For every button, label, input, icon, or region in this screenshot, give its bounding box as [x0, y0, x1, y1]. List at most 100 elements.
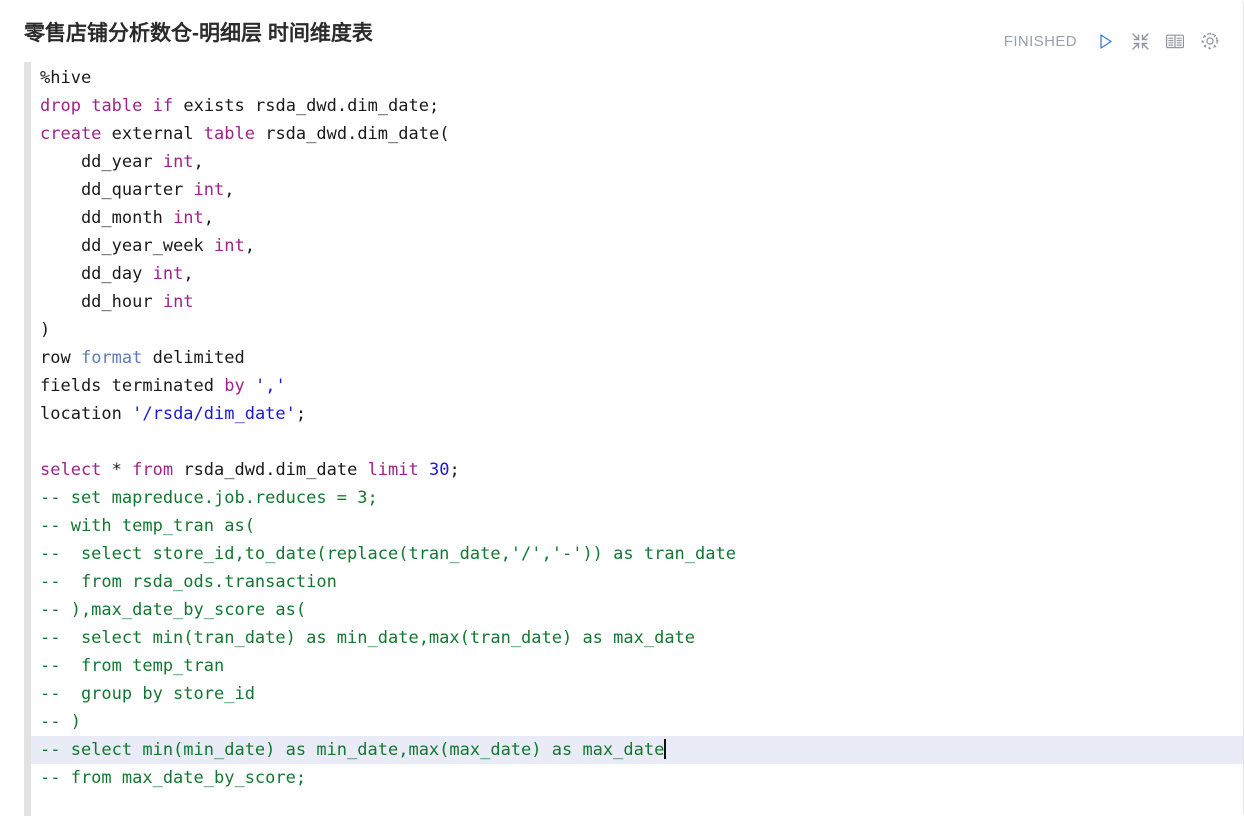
code-token: drop	[40, 96, 81, 116]
code-line[interactable]	[31, 428, 1243, 456]
code-line[interactable]: -- select store_id,to_date(replace(tran_…	[31, 540, 1243, 568]
code-token: dd_hour	[40, 292, 163, 312]
code-line[interactable]: dd_year_week int,	[31, 232, 1243, 260]
code-token: dd_year	[40, 152, 163, 172]
code-token: by	[224, 376, 245, 396]
code-token: -- ),max_date_by_score as(	[40, 600, 307, 620]
code-token: limit	[367, 460, 419, 480]
code-token: if	[152, 96, 174, 116]
code-token: int	[214, 236, 245, 256]
gear-icon	[1200, 31, 1220, 51]
code-token: format	[80, 348, 143, 368]
code-token: dd_day	[40, 264, 153, 284]
code-token: -- set mapreduce.job.reduces = 3;	[40, 488, 378, 508]
code-token: -- select store_id,to_date(replace(tran_…	[40, 544, 736, 564]
code-token: int	[152, 264, 184, 284]
code-token: rsda_dwd.dim_date(	[254, 124, 450, 144]
code-token: %hive	[40, 68, 92, 88]
code-token: int	[193, 180, 225, 200]
code-token: fields terminated	[40, 376, 225, 396]
code-line[interactable]: dd_day int,	[31, 260, 1243, 288]
paragraph-header: 零售店铺分析数仓-明细层 时间维度表 FINISHED	[0, 0, 1243, 62]
paragraph-controls: FINISHED	[1004, 0, 1221, 52]
title-block: 零售店铺分析数仓-明细层 时间维度表	[24, 0, 373, 46]
code-line[interactable]: -- ),max_date_by_score as(	[31, 596, 1243, 624]
code-token: ;	[449, 460, 460, 480]
code-token: -- group by store_id	[40, 684, 255, 704]
book-icon	[1165, 32, 1185, 51]
code-token: dd_quarter	[40, 180, 194, 200]
code-line[interactable]: dd_month int,	[31, 204, 1243, 232]
code-line[interactable]: -- from temp_tran	[31, 652, 1243, 680]
code-token: dd_month	[40, 208, 174, 228]
code-token: table	[91, 96, 143, 116]
code-line[interactable]: location '/rsda/dim_date';	[31, 400, 1243, 428]
text-cursor	[664, 739, 667, 759]
code-token: ','	[254, 376, 286, 396]
code-token: exists rsda_dwd.dim_date;	[173, 96, 440, 116]
page-title: 零售店铺分析数仓-明细层 时间维度表	[24, 22, 373, 45]
code-line[interactable]: dd_quarter int,	[31, 176, 1243, 204]
code-token: rsda_dwd.dim_date	[173, 460, 368, 480]
notebook-paragraph: 零售店铺分析数仓-明细层 时间维度表 FINISHED %hive drop t…	[0, 0, 1244, 816]
code-lines-container[interactable]: %hive drop table if exists rsda_dwd.dim_d…	[31, 62, 1243, 816]
code-line[interactable]: -- from max_date_by_score;	[31, 764, 1243, 792]
code-token: -- select min(tran_date) as min_date,max…	[40, 628, 696, 648]
code-token: ,	[203, 208, 215, 228]
collapse-paragraph-button[interactable]	[1129, 30, 1151, 52]
code-token: delimited	[142, 348, 245, 368]
code-editor[interactable]: %hive drop table if exists rsda_dwd.dim_d…	[24, 62, 1243, 816]
code-token: external	[101, 124, 204, 144]
play-icon	[1096, 32, 1115, 51]
code-line[interactable]: -- group by store_id	[31, 680, 1243, 708]
code-token: -- select min(min_date) as min_date,max(…	[40, 740, 665, 760]
code-token: create	[40, 124, 102, 144]
code-token: *	[101, 460, 133, 480]
minimize-arrows-icon	[1131, 32, 1150, 51]
code-line[interactable]: dd_hour int	[31, 288, 1243, 316]
code-token: int	[162, 152, 194, 172]
code-token: -- from temp_tran	[40, 656, 225, 676]
code-line[interactable]: row format delimited	[31, 344, 1243, 372]
run-paragraph-button[interactable]	[1094, 30, 1116, 52]
code-line[interactable]: -- select min(tran_date) as min_date,max…	[31, 624, 1243, 652]
code-line[interactable]: -- )	[31, 708, 1243, 736]
code-line[interactable]: select * from rsda_dwd.dim_date limit 30…	[31, 456, 1243, 484]
code-line[interactable]: %hive	[31, 64, 1243, 92]
code-line[interactable]: -- select min(min_date) as min_date,max(…	[31, 736, 1243, 764]
code-line[interactable]: drop table if exists rsda_dwd.dim_date;	[31, 92, 1243, 120]
code-line[interactable]: create external table rsda_dwd.dim_date(	[31, 120, 1243, 148]
code-token: -- from rsda_ods.transaction	[40, 572, 337, 592]
code-token: -- from max_date_by_score;	[40, 768, 307, 788]
code-token: table	[203, 124, 255, 144]
code-token: -- with temp_tran as(	[40, 516, 255, 536]
code-token: row	[40, 348, 81, 368]
code-token: ;	[295, 404, 307, 424]
code-token: ,	[183, 264, 194, 284]
settings-button[interactable]	[1199, 30, 1221, 52]
code-token: dd_year_week	[40, 236, 214, 256]
code-token: select	[40, 460, 102, 480]
code-token: location	[40, 404, 133, 424]
code-line[interactable]: )	[31, 316, 1243, 344]
code-line[interactable]: dd_year int,	[31, 148, 1243, 176]
book-view-button[interactable]	[1164, 30, 1186, 52]
code-line[interactable]: -- with temp_tran as(	[31, 512, 1243, 540]
status-badge: FINISHED	[1003, 32, 1077, 50]
code-token: int	[173, 208, 204, 228]
code-line[interactable]: -- set mapreduce.job.reduces = 3;	[31, 484, 1243, 512]
code-token: from	[132, 460, 174, 480]
code-token: -- )	[40, 712, 81, 732]
code-token: ,	[244, 236, 255, 256]
editor-gutter	[24, 62, 31, 816]
code-line[interactable]: -- from rsda_ods.transaction	[31, 568, 1243, 596]
code-token: '/rsda/dim_date'	[132, 404, 296, 424]
code-token: 30	[429, 460, 450, 480]
code-token: )	[40, 320, 51, 340]
code-line[interactable]: fields terminated by ','	[31, 372, 1243, 400]
code-token: ,	[224, 180, 235, 200]
